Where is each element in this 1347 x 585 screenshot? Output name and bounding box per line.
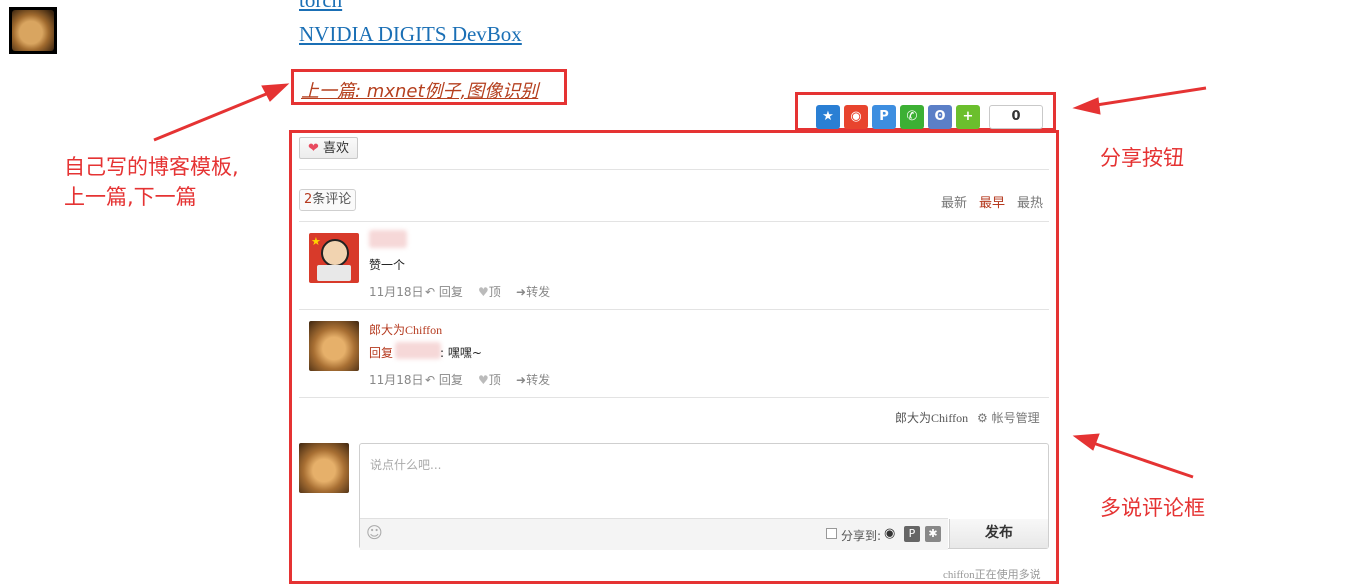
arrow-head (1072, 433, 1100, 451)
arrow-to-share-buttons (1089, 86, 1207, 108)
arrow-head (1072, 97, 1101, 115)
arrow-head (261, 83, 290, 102)
arrow-to-prev-post (153, 88, 277, 142)
annotation-arrows (153, 83, 1207, 479)
arrow-to-comment-box (1089, 440, 1194, 479)
